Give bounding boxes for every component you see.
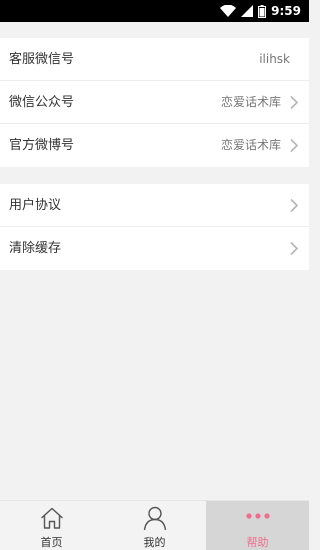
bottom-tab-bar: 首页 我的 帮助 bbox=[0, 500, 309, 550]
row-label: 官方微博号 bbox=[9, 138, 75, 153]
user-icon bbox=[143, 506, 166, 531]
contact-section: 客服微信号 ilihsk 微信公众号 恋爱话术库 官方微博号 恋爱话术库 bbox=[0, 38, 309, 167]
battery-icon bbox=[258, 4, 267, 18]
tab-label: 首页 bbox=[40, 536, 63, 549]
row-label: 清除缓存 bbox=[9, 241, 62, 256]
row-value: ilihsk bbox=[259, 52, 290, 66]
status-icons: 9:59 bbox=[220, 0, 301, 22]
status-bar: 9:59 bbox=[0, 0, 309, 22]
user-agreement-row[interactable]: 用户协议 bbox=[0, 184, 309, 227]
status-time: 9:59 bbox=[271, 4, 301, 18]
wechat-official-account-row[interactable]: 微信公众号 恋爱话术库 bbox=[0, 81, 309, 124]
signal-icon bbox=[241, 5, 254, 17]
tab-label: 我的 bbox=[143, 536, 166, 549]
chevron-right-icon bbox=[290, 198, 299, 213]
customer-service-wechat-row[interactable]: 客服微信号 ilihsk bbox=[0, 38, 309, 81]
app-section: 用户协议 清除缓存 bbox=[0, 184, 309, 270]
tab-mine[interactable]: 我的 bbox=[103, 501, 206, 550]
clear-cache-row[interactable]: 清除缓存 bbox=[0, 227, 309, 270]
row-label: 客服微信号 bbox=[9, 52, 75, 67]
chevron-right-icon bbox=[290, 241, 299, 256]
row-label: 微信公众号 bbox=[9, 95, 75, 110]
tab-home[interactable]: 首页 bbox=[0, 501, 103, 550]
tab-help[interactable]: 帮助 bbox=[206, 501, 309, 550]
wifi-icon bbox=[220, 5, 237, 17]
row-label: 用户协议 bbox=[9, 198, 62, 213]
row-value: 恋爱话术库 bbox=[220, 95, 281, 109]
more-dots-icon bbox=[245, 513, 270, 519]
chevron-right-icon bbox=[290, 95, 299, 110]
home-icon bbox=[40, 507, 63, 529]
row-value: 恋爱话术库 bbox=[220, 138, 281, 152]
chevron-right-icon bbox=[290, 138, 299, 153]
official-weibo-row[interactable]: 官方微博号 恋爱话术库 bbox=[0, 124, 309, 167]
tab-label: 帮助 bbox=[246, 536, 269, 549]
